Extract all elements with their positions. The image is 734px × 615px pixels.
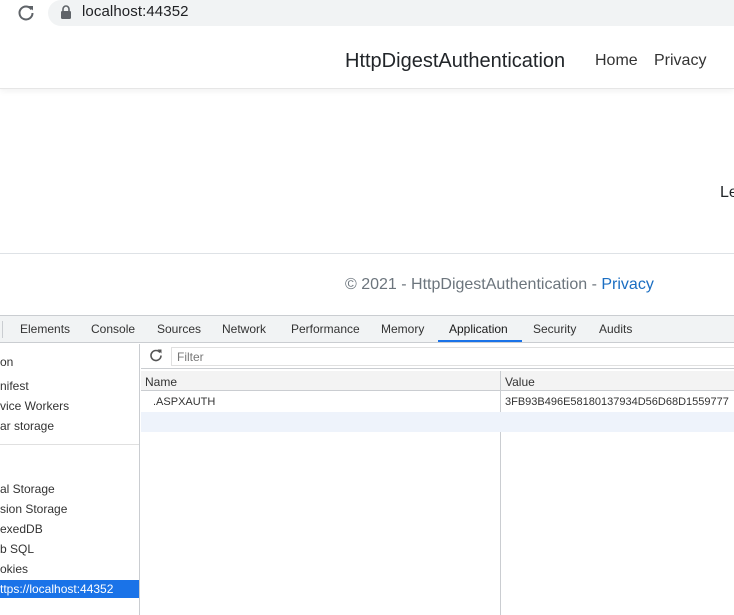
sidebar-section-application: on bbox=[0, 355, 14, 369]
main-content-text: Le bbox=[720, 184, 734, 201]
browser-toolbar: localhost:44352 bbox=[0, 0, 734, 26]
sidebar-item-clear-storage[interactable]: ar storage bbox=[0, 419, 54, 433]
cookie-name-cell: .ASPXAUTH bbox=[153, 396, 216, 408]
nav-link-privacy[interactable]: Privacy bbox=[654, 52, 706, 70]
sidebar-divider bbox=[0, 444, 139, 445]
site-footer: © 2021 - HttpDigestAuthentication - Priv… bbox=[0, 253, 734, 314]
web-page: HttpDigestAuthentication Home Privacy Le… bbox=[0, 32, 734, 314]
footer-copyright: © 2021 - HttpDigestAuthentication - bbox=[345, 276, 602, 293]
nav-link-home[interactable]: Home bbox=[595, 52, 638, 70]
tab-audits[interactable]: Audits bbox=[599, 322, 632, 336]
tab-sources[interactable]: Sources bbox=[157, 322, 201, 336]
table-row[interactable]: .ASPXAUTH 3FB93B496E58180137934D56D68D15… bbox=[141, 392, 734, 412]
footer-privacy-link[interactable]: Privacy bbox=[601, 276, 653, 293]
tab-security[interactable]: Security bbox=[533, 322, 576, 336]
devtools-tab-bar: Elements Console Sources Network Perform… bbox=[0, 316, 734, 343]
refresh-icon[interactable] bbox=[149, 348, 163, 362]
filter-toolbar bbox=[141, 344, 734, 369]
devtools-panel: Elements Console Sources Network Perform… bbox=[0, 315, 734, 615]
sidebar-item-web-sql[interactable]: b SQL bbox=[0, 542, 34, 556]
tab-application[interactable]: Application bbox=[449, 322, 508, 336]
reload-icon[interactable] bbox=[16, 3, 36, 23]
active-tab-indicator bbox=[438, 340, 522, 342]
column-header-name[interactable]: Name bbox=[145, 375, 177, 389]
tab-elements[interactable]: Elements bbox=[20, 322, 70, 336]
cookies-view: Name Value .ASPXAUTH 3FB93B496E581801379… bbox=[141, 344, 734, 615]
sidebar-item-cookie-origin-label: ttps://localhost:44352 bbox=[0, 582, 114, 596]
address-bar[interactable]: localhost:44352 bbox=[48, 0, 734, 26]
tab-memory[interactable]: Memory bbox=[381, 322, 424, 336]
sidebar-item-cookie-origin[interactable]: ttps://localhost:44352 bbox=[0, 580, 139, 598]
site-navbar: HttpDigestAuthentication Home Privacy bbox=[0, 32, 734, 89]
sidebar-item-session-storage[interactable]: sion Storage bbox=[0, 502, 67, 516]
application-sidebar: on nifest vice Workers ar storage al Sto… bbox=[0, 344, 140, 615]
sidebar-item-local-storage[interactable]: al Storage bbox=[0, 482, 55, 496]
lock-icon bbox=[61, 5, 71, 19]
cookie-value-cell: 3FB93B496E58180137934D56D68D1559777 bbox=[505, 396, 729, 408]
footer-text: © 2021 - HttpDigestAuthentication - Priv… bbox=[345, 276, 654, 294]
empty-table-row[interactable] bbox=[141, 412, 734, 432]
tab-separator bbox=[2, 321, 3, 338]
sidebar-item-service-workers[interactable]: vice Workers bbox=[0, 399, 69, 413]
sidebar-item-manifest[interactable]: nifest bbox=[0, 379, 29, 393]
cookies-table-header: Name Value bbox=[141, 371, 734, 391]
tab-console[interactable]: Console bbox=[91, 322, 135, 336]
tab-performance[interactable]: Performance bbox=[291, 322, 360, 336]
url-text: localhost:44352 bbox=[82, 3, 189, 20]
tab-network[interactable]: Network bbox=[222, 322, 266, 336]
sidebar-item-cookies[interactable]: okies bbox=[0, 562, 28, 576]
filter-input[interactable] bbox=[171, 347, 734, 366]
column-header-value[interactable]: Value bbox=[505, 375, 535, 389]
sidebar-item-indexeddb[interactable]: exedDB bbox=[0, 522, 43, 536]
site-brand[interactable]: HttpDigestAuthentication bbox=[345, 50, 565, 73]
